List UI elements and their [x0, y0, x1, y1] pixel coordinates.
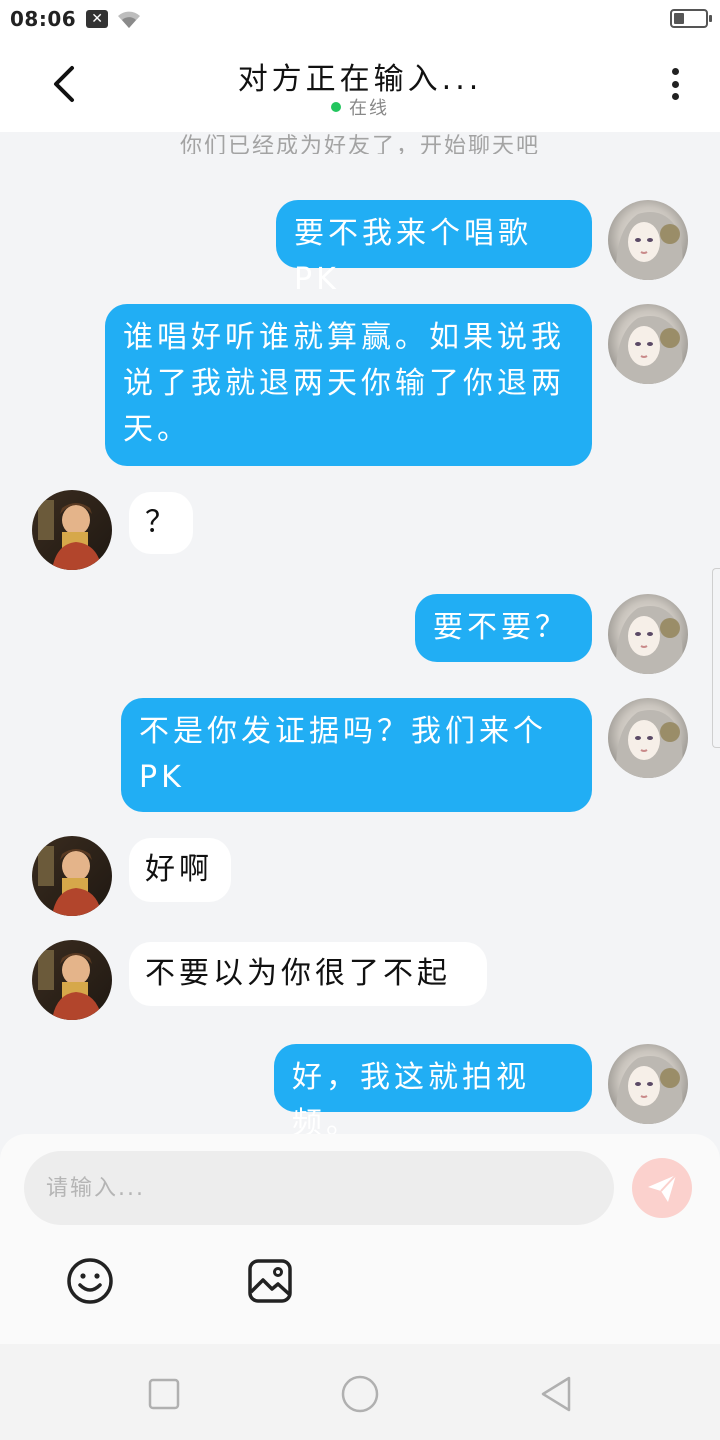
- home-button[interactable]: [340, 1374, 380, 1414]
- message-bubble-received[interactable]: ？: [129, 492, 193, 554]
- message-row: 好啊: [0, 836, 720, 922]
- circle-icon: [341, 1375, 379, 1413]
- message-row: ？: [0, 490, 720, 576]
- input-panel: [0, 1134, 720, 1344]
- message-bubble-sent[interactable]: 要不要？: [415, 594, 592, 662]
- avatar-me[interactable]: [608, 594, 688, 674]
- message-row: 谁唱好听谁就算赢。如果说我说了我就退两天你输了你退两天。: [0, 302, 720, 470]
- system-note: 你们已经成为好友了，开始聊天吧: [179, 134, 540, 154]
- image-button[interactable]: [245, 1256, 295, 1306]
- avatar-me[interactable]: [608, 304, 688, 384]
- x-notification-icon: ✕: [86, 10, 109, 28]
- avatar-image: [608, 594, 688, 674]
- avatar-contact[interactable]: [32, 940, 112, 1020]
- page-title: 对方正在输入...: [237, 62, 483, 97]
- chat-header: 对方正在输入... 在线: [0, 38, 720, 132]
- message-bubble-sent[interactable]: 好，我这就拍视频。: [274, 1044, 592, 1141]
- square-icon: [148, 1378, 180, 1410]
- avatar-image: [32, 490, 112, 570]
- emoji-button[interactable]: [65, 1256, 115, 1306]
- message-input[interactable]: [24, 1151, 614, 1225]
- avatar-image: [608, 1044, 688, 1124]
- nav-back-button[interactable]: [536, 1374, 576, 1414]
- message-bubble-sent[interactable]: 不是你发证据吗？我们来个PK: [121, 698, 592, 812]
- online-dot-icon: [331, 102, 341, 112]
- status-time: 08:06: [10, 7, 77, 31]
- battery-icon: [670, 9, 712, 28]
- triangle-back-icon: [541, 1376, 571, 1412]
- recent-apps-button[interactable]: [144, 1374, 184, 1414]
- send-icon: [648, 1174, 677, 1202]
- wifi-icon: [118, 11, 141, 28]
- message-row: 要不我来个唱歌PK: [0, 198, 720, 297]
- online-status: 在线: [0, 94, 720, 120]
- emoji-icon: [67, 1258, 113, 1304]
- message-row: 要不要？: [0, 592, 720, 678]
- status-bar: 08:06 ✕: [0, 0, 720, 38]
- message-row: 好，我这就拍视频。: [0, 1042, 720, 1141]
- more-options-button[interactable]: [660, 64, 690, 104]
- message-bubble-sent[interactable]: 要不我来个唱歌PK: [276, 200, 592, 297]
- message-bubble-sent[interactable]: 谁唱好听谁就算赢。如果说我说了我就退两天你输了你退两天。: [105, 304, 592, 466]
- online-status-label: 在线: [349, 98, 389, 119]
- avatar-image: [32, 940, 112, 1020]
- message-row: 不要以为你很了不起: [0, 940, 720, 1026]
- avatar-image: [608, 200, 688, 280]
- scrollbar[interactable]: [712, 568, 720, 748]
- message-bubble-received[interactable]: 不要以为你很了不起: [129, 942, 487, 1006]
- message-row: 不是你发证据吗？我们来个PK: [0, 696, 720, 816]
- avatar-contact[interactable]: [32, 490, 112, 570]
- avatar-image: [608, 698, 688, 778]
- system-nav-bar: [0, 1344, 720, 1440]
- avatar-me[interactable]: [608, 698, 688, 778]
- send-button[interactable]: [632, 1158, 692, 1218]
- avatar-contact[interactable]: [32, 836, 112, 916]
- avatar-image: [608, 304, 688, 384]
- avatar-image: [32, 836, 112, 916]
- message-bubble-received[interactable]: 好啊: [129, 838, 231, 902]
- image-icon: [248, 1259, 292, 1303]
- avatar-me[interactable]: [608, 200, 688, 280]
- more-vertical-icon: [671, 68, 679, 75]
- avatar-me[interactable]: [608, 1044, 688, 1124]
